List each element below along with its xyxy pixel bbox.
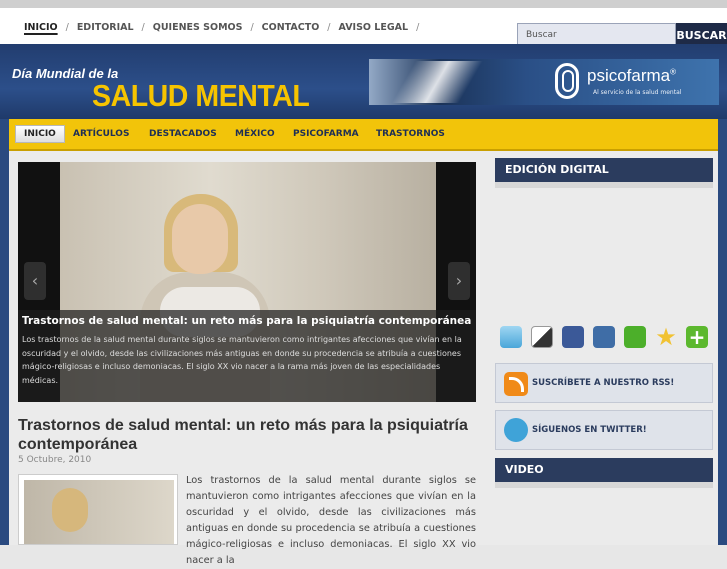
top-nav-quienes-somos[interactable]: QUIENES SOMOS	[147, 22, 249, 33]
post-thumbnail[interactable]	[18, 474, 178, 545]
twitter-icon[interactable]	[500, 326, 522, 348]
nav-separator: /	[141, 22, 145, 33]
featured-slider[interactable]: ‹ › Trastornos de salud mental: un reto …	[18, 162, 476, 402]
main-nav-articulos[interactable]: ARTÍCULOS	[73, 129, 129, 139]
top-nav: INICIO / EDITORIAL / QUIENES SOMOS / CON…	[18, 22, 421, 33]
top-nav-editorial[interactable]: EDITORIAL	[71, 22, 140, 33]
image-head	[172, 204, 228, 274]
facebook-icon[interactable]	[562, 326, 584, 348]
nav-separator: /	[250, 22, 254, 33]
top-nav-aviso-legal[interactable]: AVISO LEGAL	[332, 22, 414, 33]
main-nav-bar: INICIO ARTÍCULOS DESTACADOS MÉXICO PSICO…	[9, 119, 718, 151]
main-nav: INICIO ARTÍCULOS DESTACADOS MÉXICO PSICO…	[0, 119, 727, 151]
nav-separator: /	[416, 22, 420, 33]
slider-caption-text: Los trastornos de la salud mental durant…	[22, 335, 462, 385]
psicofarma-logo-icon	[555, 63, 579, 99]
banner-glow	[389, 61, 499, 103]
post-excerpt: Los trastornos de la salud mental durant…	[186, 475, 476, 566]
twitter-follow-label[interactable]: SÍGUENOS EN TWITTER!	[532, 425, 647, 435]
add-icon[interactable]: +	[686, 326, 708, 348]
nav-separator: /	[327, 22, 331, 33]
main-nav-psicofarma[interactable]: PSICOFARMA	[293, 129, 359, 139]
widget-title-edicion-digital: EDICIÓN DIGITAL	[495, 158, 713, 188]
main-nav-inicio[interactable]: INICIO	[15, 125, 65, 143]
psicofarma-banner[interactable]: psicofarma® Al servicio de la salud ment…	[369, 59, 719, 105]
social-icons: ★ +	[500, 325, 708, 349]
top-nav-contacto[interactable]: CONTACTO	[256, 22, 326, 33]
stumbleupon-icon[interactable]	[624, 326, 646, 348]
main-nav-destacados[interactable]: DESTACADOS	[149, 129, 217, 139]
slider-prev-arrow-icon[interactable]: ‹	[24, 262, 46, 300]
favorite-star-icon[interactable]: ★	[655, 325, 677, 349]
banner-brand: psicofarma®	[587, 66, 677, 85]
left-frame	[0, 151, 9, 545]
post-date: 5 Octubre, 2010	[18, 455, 92, 465]
post-title[interactable]: Trastornos de salud mental: un reto más …	[18, 416, 478, 454]
nav-separator: /	[65, 22, 69, 33]
top-bar: INICIO / EDITORIAL / QUIENES SOMOS / CON…	[0, 0, 727, 48]
slider-next-arrow-icon[interactable]: ›	[448, 262, 470, 300]
twitter-bird-icon	[504, 418, 528, 442]
twitter-follow-box[interactable]: SÍGUENOS EN TWITTER!	[495, 410, 713, 450]
main-nav-mexico[interactable]: MÉXICO	[235, 129, 275, 139]
slider-caption: Trastornos de salud mental: un reto más …	[18, 310, 476, 402]
slider-caption-title[interactable]: Trastornos de salud mental: un reto más …	[22, 315, 472, 327]
rss-subscribe-box[interactable]: SUSCRÍBETE A NUESTRO RSS!	[495, 363, 713, 403]
digg-icon[interactable]	[593, 326, 615, 348]
post-thumbnail-image	[24, 480, 174, 544]
rss-subscribe-label[interactable]: SUSCRÍBETE A NUESTRO RSS!	[532, 378, 674, 388]
banner-tagline: Al servicio de la salud mental	[593, 89, 682, 96]
site-title[interactable]: SALUD MENTAL	[92, 78, 310, 114]
site-header: Día Mundial de la SALUD MENTAL psicofarm…	[0, 44, 727, 119]
right-frame	[718, 151, 727, 545]
widget-title-video: VIDEO	[495, 458, 713, 488]
rss-icon	[504, 372, 528, 396]
main-nav-trastornos[interactable]: TRASTORNOS	[376, 129, 445, 139]
top-nav-inicio[interactable]: INICIO	[18, 22, 64, 33]
delicious-icon[interactable]	[531, 326, 553, 348]
